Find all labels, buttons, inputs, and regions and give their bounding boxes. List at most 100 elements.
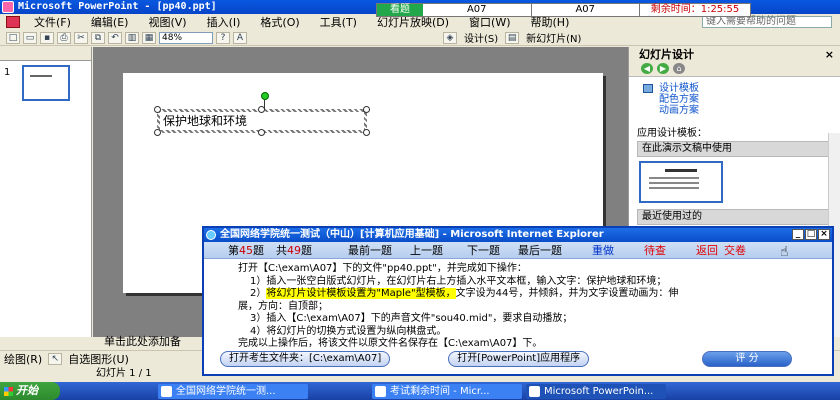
notes-placeholder[interactable]: 单击此处添加备 <box>104 333 204 348</box>
menu-tools[interactable]: 工具(T) <box>310 14 367 30</box>
help-icon[interactable]: ? <box>216 31 230 44</box>
print-icon[interactable]: ⎙ <box>57 31 71 44</box>
question-id-secondary: A07 <box>532 4 640 16</box>
question-step-3: 3）插入【C:\exam\A07】下的声音文件"sou40.mid"，要求自动播… <box>250 313 573 324</box>
next-question-button[interactable]: 下一题 <box>467 242 500 258</box>
start-button[interactable]: 开始 <box>0 382 60 400</box>
autoshape-menu[interactable]: 自选图形(U) <box>68 351 129 367</box>
copy-icon[interactable]: ⧉ <box>91 31 105 44</box>
cut-icon[interactable]: ✂ <box>74 31 88 44</box>
resize-handle[interactable] <box>258 106 265 113</box>
new-slide-button[interactable]: 新幻灯片(N) <box>522 30 585 45</box>
exam-question-text: 打开【C:\exam\A07】下的文件"pp40.ppt"，并完成如下操作： 1… <box>204 259 832 351</box>
menu-file[interactable]: 文件(F) <box>24 14 81 30</box>
score-button[interactable]: 评 分 <box>702 351 792 367</box>
ie-icon <box>161 385 172 397</box>
table-icon[interactable]: ▦ <box>142 31 156 44</box>
exam-title-bar[interactable]: 全国网络学院统一测试（中山）[计算机应用基础] - Microsoft Inte… <box>204 228 832 242</box>
standard-toolbar: □ ▭ ▪ ⎙ ✂ ⧉ ↶ ▥ ▦ 48% ? A ◈ 设计(S) ▤ 新幻灯片… <box>0 30 840 46</box>
rotate-handle[interactable] <box>261 92 269 100</box>
section-current: 在此演示文稿中使用 <box>637 141 834 157</box>
resize-handle[interactable] <box>258 129 265 136</box>
slides-panel: 1 <box>0 47 92 337</box>
open-folder-button[interactable]: 打开考生文件夹：[C:\exam\A07] <box>220 351 391 367</box>
minimize-icon[interactable]: _ <box>792 229 804 240</box>
template-icon <box>643 84 653 93</box>
mark-later-button[interactable]: 待查 <box>644 242 666 258</box>
home-icon[interactable]: ⌂ <box>673 63 685 74</box>
chart-icon[interactable]: ▥ <box>125 31 139 44</box>
exam-window: 全国网络学院统一测试（中山）[计算机应用基础] - Microsoft Inte… <box>202 226 834 376</box>
section-recent: 最近使用过的 <box>637 209 834 225</box>
first-question-button[interactable]: 最前一题 <box>348 242 392 258</box>
slide-number: 1 <box>4 67 11 78</box>
slide-textbox[interactable]: 保护地球和环境 <box>154 92 370 136</box>
draw-menu[interactable]: 绘图(R) <box>4 351 42 367</box>
task-pane-header: 幻灯片设计 × <box>629 47 840 63</box>
taskbar-item-powerpoint[interactable]: Microsoft PowerPoin... <box>526 383 666 399</box>
panel-tabs[interactable] <box>0 47 91 61</box>
exam-timer-bar: 看题 A07 A07 剩余时间：1:25:55 <box>376 3 751 17</box>
windows-taskbar: 开始 全国网络学院统一测... 考试剩余时间 - Micr... Microso… <box>0 382 840 400</box>
exam-window-title: 全国网络学院统一测试（中山）[计算机应用基础] - Microsoft Inte… <box>220 229 604 240</box>
powerpoint-icon <box>529 385 540 397</box>
template-thumbnail-current[interactable] <box>639 161 723 203</box>
resize-handle[interactable] <box>363 106 370 113</box>
question-step-2-cont: 展，方向：自顶部； <box>238 300 328 312</box>
powerpoint-icon <box>2 1 14 13</box>
prev-question-button[interactable]: 上一题 <box>410 242 443 258</box>
new-icon[interactable]: □ <box>6 31 20 44</box>
back-icon[interactable]: ◀ <box>641 63 653 74</box>
link-design-template[interactable]: 设计模板 <box>629 83 840 94</box>
exam-footer: 打开考生文件夹：[C:\exam\A07] 打开[PowerPoint]应用程序… <box>220 351 792 368</box>
link-animation-scheme[interactable]: 动画方案 <box>629 105 840 116</box>
menu-format[interactable]: 格式(O) <box>250 14 309 30</box>
undo-icon[interactable]: ↶ <box>108 31 122 44</box>
design-button[interactable]: 设计(S) <box>460 30 502 45</box>
resize-handle[interactable] <box>363 129 370 136</box>
pointer-icon[interactable]: ↖ <box>48 352 63 365</box>
save-icon[interactable]: ▪ <box>40 31 54 44</box>
document-icon[interactable] <box>6 16 20 28</box>
slide-count: 幻灯片 1 / 1 <box>96 368 152 379</box>
design-icon[interactable]: ◈ <box>443 31 457 44</box>
font-size-icon[interactable]: A <box>233 31 247 44</box>
help-search-input[interactable]: 键入需要帮助的问题 <box>702 16 832 28</box>
resize-handle[interactable] <box>154 106 161 113</box>
ie-icon <box>375 385 386 397</box>
question-step-2: 2）将幻灯片设计模板设置为"Maple"型模板，文字设为44号，并倾斜，并为文字… <box>250 288 679 299</box>
open-icon[interactable]: ▭ <box>23 31 37 44</box>
menu-edit[interactable]: 编辑(E) <box>81 14 139 30</box>
menu-view[interactable]: 视图(V) <box>138 14 196 30</box>
menu-insert[interactable]: 插入(I) <box>197 14 251 30</box>
return-button[interactable]: 返回 <box>696 242 718 258</box>
submit-button[interactable]: 交卷 <box>724 242 746 258</box>
question-step-1: 1）插入一张空白版式幻灯片，在幻灯片右上方插入水平文本框，输入文字：保护地球和环… <box>250 275 667 287</box>
last-question-button[interactable]: 最后一题 <box>518 242 562 258</box>
taskbar-item-timer[interactable]: 考试剩余时间 - Micr... <box>372 383 522 399</box>
forward-icon[interactable]: ▶ <box>657 63 669 74</box>
new-slide-icon[interactable]: ▤ <box>505 31 520 44</box>
apply-template-label: 应用设计模板： <box>637 128 707 139</box>
redo-button[interactable]: 重做 <box>592 242 614 258</box>
textbox-text[interactable]: 保护地球和环境 <box>160 112 364 130</box>
resize-handle[interactable] <box>154 129 161 136</box>
watch-button[interactable]: 看题 <box>377 4 423 16</box>
question-step-4: 4）将幻灯片的切换方式设置为纵向棋盘式。 <box>250 325 447 337</box>
zoom-select[interactable]: 48% <box>159 31 213 44</box>
task-pane-title: 幻灯片设计 <box>639 48 694 61</box>
taskbar-item-exam[interactable]: 全国网络学院统一测... <box>158 383 308 399</box>
question-outro: 完成以上操作后，将该文件以原文件名保存在【C:\exam\A07】下。 <box>238 338 543 349</box>
exam-nav-bar: 第45题 共49题 最前一题 上一题 下一题 最后一题 重做 待查 返回 交卷 <box>204 242 832 259</box>
remaining-time: 剩余时间：1:25:55 <box>650 4 740 15</box>
open-app-button[interactable]: 打开[PowerPoint]应用程序 <box>448 351 590 367</box>
view-buttons[interactable] <box>0 338 92 350</box>
maximize-icon[interactable]: □ <box>805 229 817 240</box>
link-color-scheme[interactable]: 配色方案 <box>629 94 840 105</box>
slide-thumbnail[interactable] <box>22 65 70 101</box>
current-question: 第45题 <box>228 244 264 257</box>
hand-cursor-icon: ☝ <box>780 244 789 260</box>
close-icon[interactable]: × <box>818 229 830 240</box>
question-id: A07 <box>423 4 532 16</box>
close-icon[interactable]: × <box>825 47 834 63</box>
